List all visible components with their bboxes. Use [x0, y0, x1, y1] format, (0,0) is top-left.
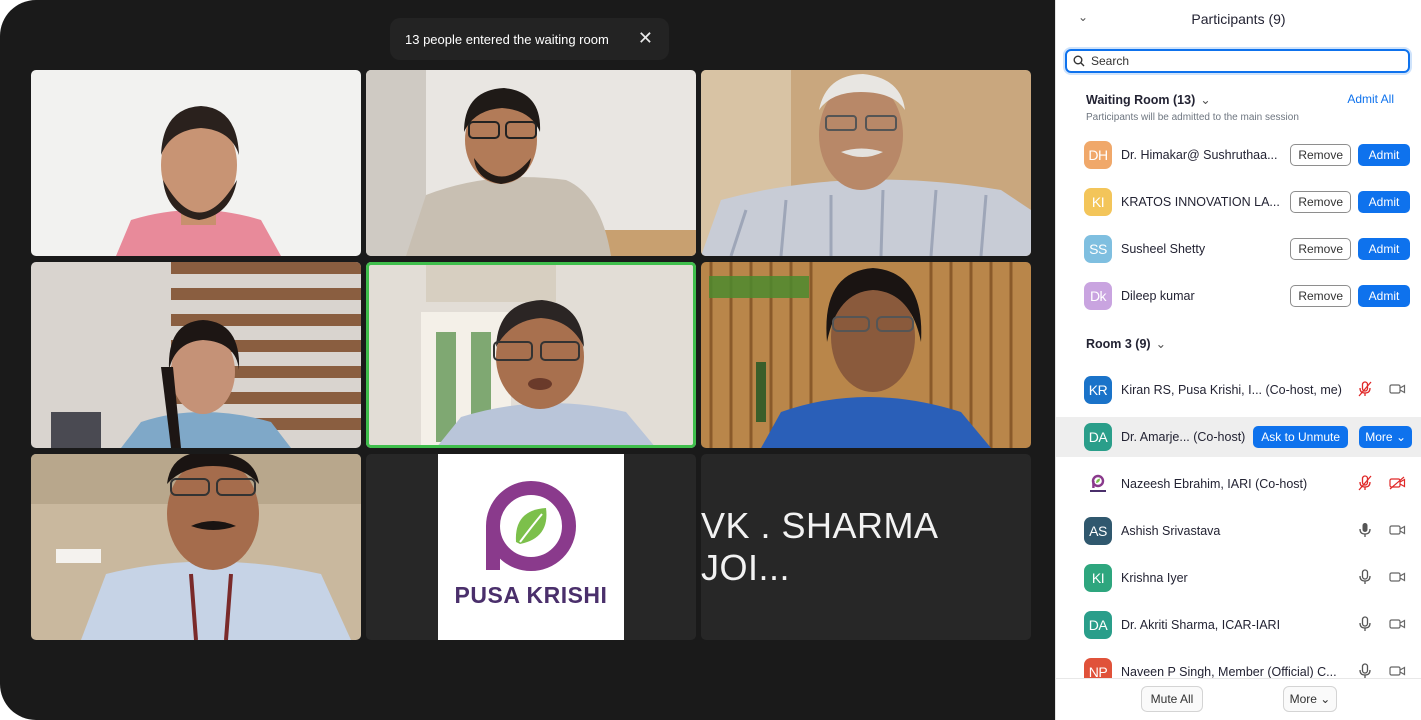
participant-name-display: VK . SHARMA JOI... [701, 505, 937, 588]
mic-icon[interactable] [1358, 568, 1372, 588]
participant-name: Kiran RS, Pusa Krishi, I... (Co-host, me… [1121, 383, 1342, 397]
mic-muted-icon[interactable] [1358, 380, 1372, 400]
search-icon [1073, 55, 1085, 67]
video-tile-participant-6[interactable] [701, 262, 1031, 448]
participant-name: Krishna Iyer [1121, 571, 1188, 585]
participant-list-item[interactable]: DA Dr. Akriti Sharma, ICAR-IARI [1056, 605, 1421, 645]
participant-video [701, 70, 1031, 256]
avatar: Dk [1084, 282, 1112, 310]
avatar: KI [1084, 188, 1112, 216]
participant-video [366, 70, 696, 256]
camera-icon[interactable] [1389, 618, 1406, 633]
chevron-down-icon[interactable]: ⌄ [1156, 337, 1166, 351]
participant-name: Nazeesh Ebrahim, IARI (Co-host) [1121, 477, 1308, 491]
video-tile-pusa-krishi[interactable]: PUSA KRISHI [366, 454, 696, 640]
video-tile-participant-7[interactable] [31, 454, 361, 640]
pusa-krishi-avatar-icon [1090, 474, 1106, 492]
ask-to-unmute-button[interactable]: Ask to Unmute [1253, 426, 1348, 448]
panel-title: Participants (9) [1191, 11, 1286, 27]
camera-icon[interactable] [1389, 524, 1406, 539]
notification-text: 13 people entered the waiting room [405, 31, 609, 47]
participant-video [366, 262, 696, 448]
room-title[interactable]: Room 3 (9) ⌄ [1086, 336, 1166, 351]
waiting-list-item: KI KRATOS INNOVATION LA... Remove Admit [1056, 182, 1421, 222]
video-tile-participant-2[interactable] [366, 70, 696, 256]
avatar: SS [1084, 235, 1112, 263]
logo-mark [486, 481, 576, 571]
waiting-list-item: Dk Dileep kumar Remove Admit [1056, 276, 1421, 316]
admit-button[interactable]: Admit [1358, 238, 1410, 260]
panel-header: ⌄ Participants (9) [1056, 0, 1421, 38]
waiting-room-label: Waiting Room (13) [1086, 93, 1196, 107]
video-gallery: 13 people entered the waiting room ✕ PUS… [0, 0, 1055, 720]
video-tile-vk-sharma[interactable]: VK . SHARMA JOI... [701, 454, 1031, 640]
avatar: KI [1084, 564, 1112, 592]
participants-panel: ⌄ Participants (9) Waiting Room (13) ⌄ Ad… [1055, 0, 1421, 720]
camera-off-icon[interactable] [1389, 476, 1406, 493]
participant-name: Naveen P Singh, Member (Official) C... [1121, 665, 1337, 679]
search-box[interactable] [1065, 49, 1410, 73]
avatar: KR [1084, 376, 1112, 404]
video-tile-active-speaker[interactable] [366, 262, 696, 448]
admit-all-button[interactable]: Admit All [1347, 92, 1394, 106]
remove-button[interactable]: Remove [1290, 144, 1351, 166]
participant-name: Ashish Srivastava [1121, 524, 1221, 538]
video-tile-participant-3[interactable] [701, 70, 1031, 256]
participant-name: Dr. Akriti Sharma, ICAR-IARI [1121, 618, 1281, 632]
participant-video [31, 262, 361, 448]
admit-button[interactable]: Admit [1358, 285, 1410, 307]
mic-icon[interactable] [1358, 615, 1372, 635]
remove-button[interactable]: Remove [1290, 285, 1351, 307]
avatar [1084, 470, 1112, 498]
chevron-down-icon[interactable]: ⌄ [1078, 10, 1088, 24]
close-icon[interactable]: ✕ [638, 28, 653, 49]
more-button[interactable]: More ⌄ [1283, 686, 1337, 712]
participant-name: Dr. Himakar@ Sushruthaa... [1121, 148, 1278, 162]
more-button[interactable]: More ⌄ [1359, 426, 1412, 448]
chevron-down-icon[interactable]: ⌄ [1200, 93, 1210, 107]
room-label: Room 3 (9) [1086, 337, 1151, 351]
logo-text: PUSA KRISHI [454, 582, 608, 608]
waiting-room-title[interactable]: Waiting Room (13) ⌄ [1086, 92, 1211, 107]
participant-list-item[interactable]: Nazeesh Ebrahim, IARI (Co-host) [1056, 464, 1421, 504]
panel-footer: Mute All More ⌄ [1056, 678, 1421, 720]
participant-list-item[interactable]: KR Kiran RS, Pusa Krishi, I... (Co-host,… [1056, 370, 1421, 410]
participant-list-item-selected[interactable]: DA Dr. Amarje... (Co-host) Ask to Unmute… [1056, 417, 1421, 457]
participant-video [31, 70, 361, 256]
participant-name: KRATOS INNOVATION LA... [1121, 195, 1280, 209]
avatar: DA [1084, 423, 1112, 451]
pusa-krishi-logo: PUSA KRISHI [438, 454, 624, 640]
mic-icon[interactable] [1358, 522, 1372, 541]
participant-video [31, 454, 361, 640]
participant-name: Dr. Amarje... (Co-host) [1121, 430, 1246, 444]
remove-button[interactable]: Remove [1290, 191, 1351, 213]
participant-list-item[interactable]: AS Ashish Srivastava [1056, 511, 1421, 551]
mic-muted-icon[interactable] [1358, 474, 1372, 494]
camera-icon[interactable] [1389, 571, 1406, 586]
avatar: DH [1084, 141, 1112, 169]
mute-all-button[interactable]: Mute All [1141, 686, 1203, 712]
video-tile-participant-4[interactable] [31, 262, 361, 448]
participant-list-item[interactable]: KI Krishna Iyer [1056, 558, 1421, 598]
waiting-room-subtitle: Participants will be admitted to the mai… [1086, 112, 1299, 123]
search-input[interactable] [1091, 54, 1391, 68]
admit-button[interactable]: Admit [1358, 144, 1410, 166]
camera-icon[interactable] [1389, 383, 1406, 398]
admit-button[interactable]: Admit [1358, 191, 1410, 213]
avatar: AS [1084, 517, 1112, 545]
participant-name: Susheel Shetty [1121, 242, 1206, 256]
waiting-room-notification[interactable]: 13 people entered the waiting room ✕ [390, 18, 669, 60]
participant-video [701, 262, 1031, 448]
remove-button[interactable]: Remove [1290, 238, 1351, 260]
zoom-meeting-window: 13 people entered the waiting room ✕ PUS… [0, 0, 1421, 720]
waiting-list-item: DH Dr. Himakar@ Sushruthaa... Remove Adm… [1056, 135, 1421, 175]
waiting-list-item: SS Susheel Shetty Remove Admit [1056, 229, 1421, 269]
avatar: DA [1084, 611, 1112, 639]
participant-name: Dileep kumar [1121, 289, 1195, 303]
video-tile-participant-1[interactable] [31, 70, 361, 256]
